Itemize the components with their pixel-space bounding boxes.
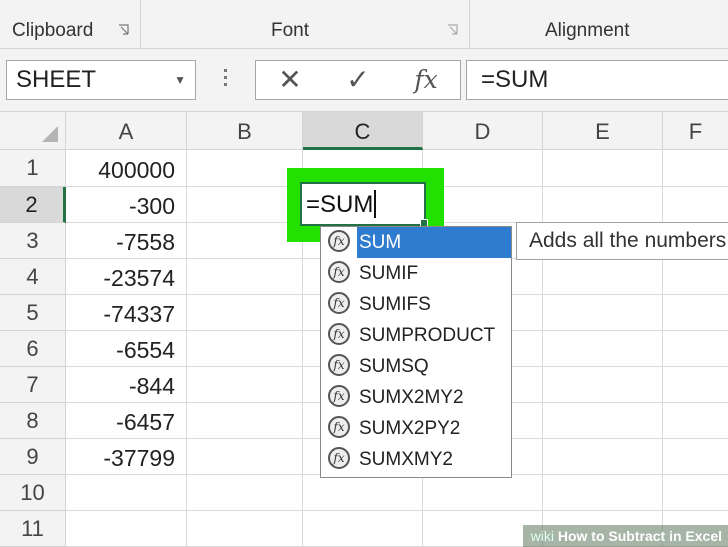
cell-a3[interactable]: -7558 — [66, 223, 187, 259]
active-cell-value: =SUM — [306, 191, 374, 218]
autocomplete-item-label: SUMIFS — [359, 294, 431, 315]
row-header[interactable]: 11 — [0, 511, 66, 547]
column-header-d[interactable]: D — [423, 112, 543, 150]
autocomplete-item-label: SUMXMY2 — [359, 449, 453, 470]
function-icon: fx — [328, 354, 350, 376]
function-icon: fx — [328, 292, 350, 314]
autocomplete-item-label: SUM — [357, 227, 511, 258]
drag-handle-icon[interactable] — [224, 69, 228, 90]
name-box[interactable]: SHEET ▼ — [6, 60, 196, 100]
autocomplete-item-sumx2my2[interactable]: fx SUMX2MY2 — [321, 382, 511, 413]
cell-a9[interactable]: -37799 — [66, 439, 187, 475]
select-all-corner[interactable] — [0, 112, 66, 150]
chevron-down-icon[interactable]: ▼ — [174, 61, 186, 99]
function-icon: fx — [328, 385, 350, 407]
name-box-value: SHEET — [16, 66, 97, 93]
function-icon: fx — [328, 416, 350, 438]
row-header[interactable]: 6 — [0, 331, 66, 367]
font-label: Font — [271, 20, 310, 41]
function-icon: fx — [328, 323, 350, 345]
cell-a2[interactable]: -300 — [66, 187, 187, 223]
row-header[interactable]: 8 — [0, 403, 66, 439]
column-header-a[interactable]: A — [66, 112, 187, 150]
function-icon: fx — [328, 230, 350, 252]
enter-icon[interactable]: ✓ — [328, 61, 388, 99]
function-tooltip: Adds all the numbers — [516, 222, 728, 260]
row-header[interactable]: 1 — [0, 150, 66, 187]
formula-bar: SHEET ▼ ✕ ✓ fx =SUM — [0, 49, 728, 112]
row-header[interactable]: 2 — [0, 187, 66, 223]
column-header-b[interactable]: B — [187, 112, 303, 150]
watermark: wiki How to Subtract in Excel — [522, 525, 728, 547]
autocomplete-item-sumsq[interactable]: fx SUMSQ — [321, 351, 511, 382]
function-icon: fx — [328, 447, 350, 469]
formula-input[interactable]: =SUM — [466, 60, 728, 100]
row-header[interactable]: 7 — [0, 367, 66, 403]
autocomplete-item-sumif[interactable]: fx SUMIF — [321, 258, 511, 289]
cell-a8[interactable]: -6457 — [66, 403, 187, 439]
autocomplete-item-sumxmy2[interactable]: fx SUMXMY2 — [321, 444, 511, 475]
cell-a7[interactable]: -844 — [66, 367, 187, 403]
cell-a1[interactable]: 400000 — [66, 151, 187, 187]
column-header-c[interactable]: C — [303, 112, 423, 150]
row-header[interactable]: 10 — [0, 475, 66, 511]
ribbon-group-bar: Clipboard Font Alignment — [0, 0, 728, 49]
autocomplete-item-sumifs[interactable]: fx SUMIFS — [321, 289, 511, 320]
watermark-prefix: wiki — [530, 528, 554, 544]
cell-a6[interactable]: -6554 — [66, 331, 187, 367]
cell-a4[interactable]: -23574 — [66, 259, 187, 295]
cell-a5[interactable]: -74337 — [66, 295, 187, 331]
dialog-launcher-icon[interactable] — [447, 24, 458, 35]
column-header-e[interactable]: E — [543, 112, 663, 150]
autocomplete-item-sumx2py2[interactable]: fx SUMX2PY2 — [321, 413, 511, 444]
function-autocomplete-list: fx SUM fx SUMIF fx SUMIFS fx SUMPRODUCT … — [320, 226, 512, 478]
dialog-launcher-icon[interactable] — [118, 24, 129, 35]
autocomplete-item-sum[interactable]: fx SUM — [321, 227, 511, 258]
insert-function-icon[interactable]: fx — [396, 61, 456, 99]
autocomplete-item-label: SUMX2PY2 — [359, 418, 461, 439]
row-header[interactable]: 5 — [0, 295, 66, 331]
function-icon: fx — [328, 261, 350, 283]
row-header[interactable]: 3 — [0, 223, 66, 259]
autocomplete-item-label: SUMX2MY2 — [359, 387, 464, 408]
ribbon-group-font[interactable]: Font — [141, 0, 469, 48]
autocomplete-item-label: SUMPRODUCT — [359, 325, 496, 346]
alignment-label: Alignment — [545, 20, 630, 41]
row-header[interactable]: 4 — [0, 259, 66, 295]
autocomplete-item-sumproduct[interactable]: fx SUMPRODUCT — [321, 320, 511, 351]
active-cell-c2[interactable]: =SUM — [300, 182, 426, 226]
autocomplete-item-label: SUMIF — [359, 263, 419, 284]
autocomplete-item-label: SUMSQ — [359, 356, 429, 377]
cancel-icon[interactable]: ✕ — [260, 61, 320, 99]
ribbon-group-alignment[interactable]: Alignment — [470, 0, 728, 48]
ribbon-group-clipboard[interactable]: Clipboard — [0, 0, 140, 48]
column-header-f[interactable]: F — [663, 112, 728, 150]
text-caret — [374, 189, 377, 218]
row-header[interactable]: 9 — [0, 439, 66, 475]
clipboard-label: Clipboard — [12, 20, 94, 41]
formula-buttons: ✕ ✓ fx — [255, 60, 461, 100]
watermark-text: How to Subtract in Excel — [557, 528, 722, 544]
